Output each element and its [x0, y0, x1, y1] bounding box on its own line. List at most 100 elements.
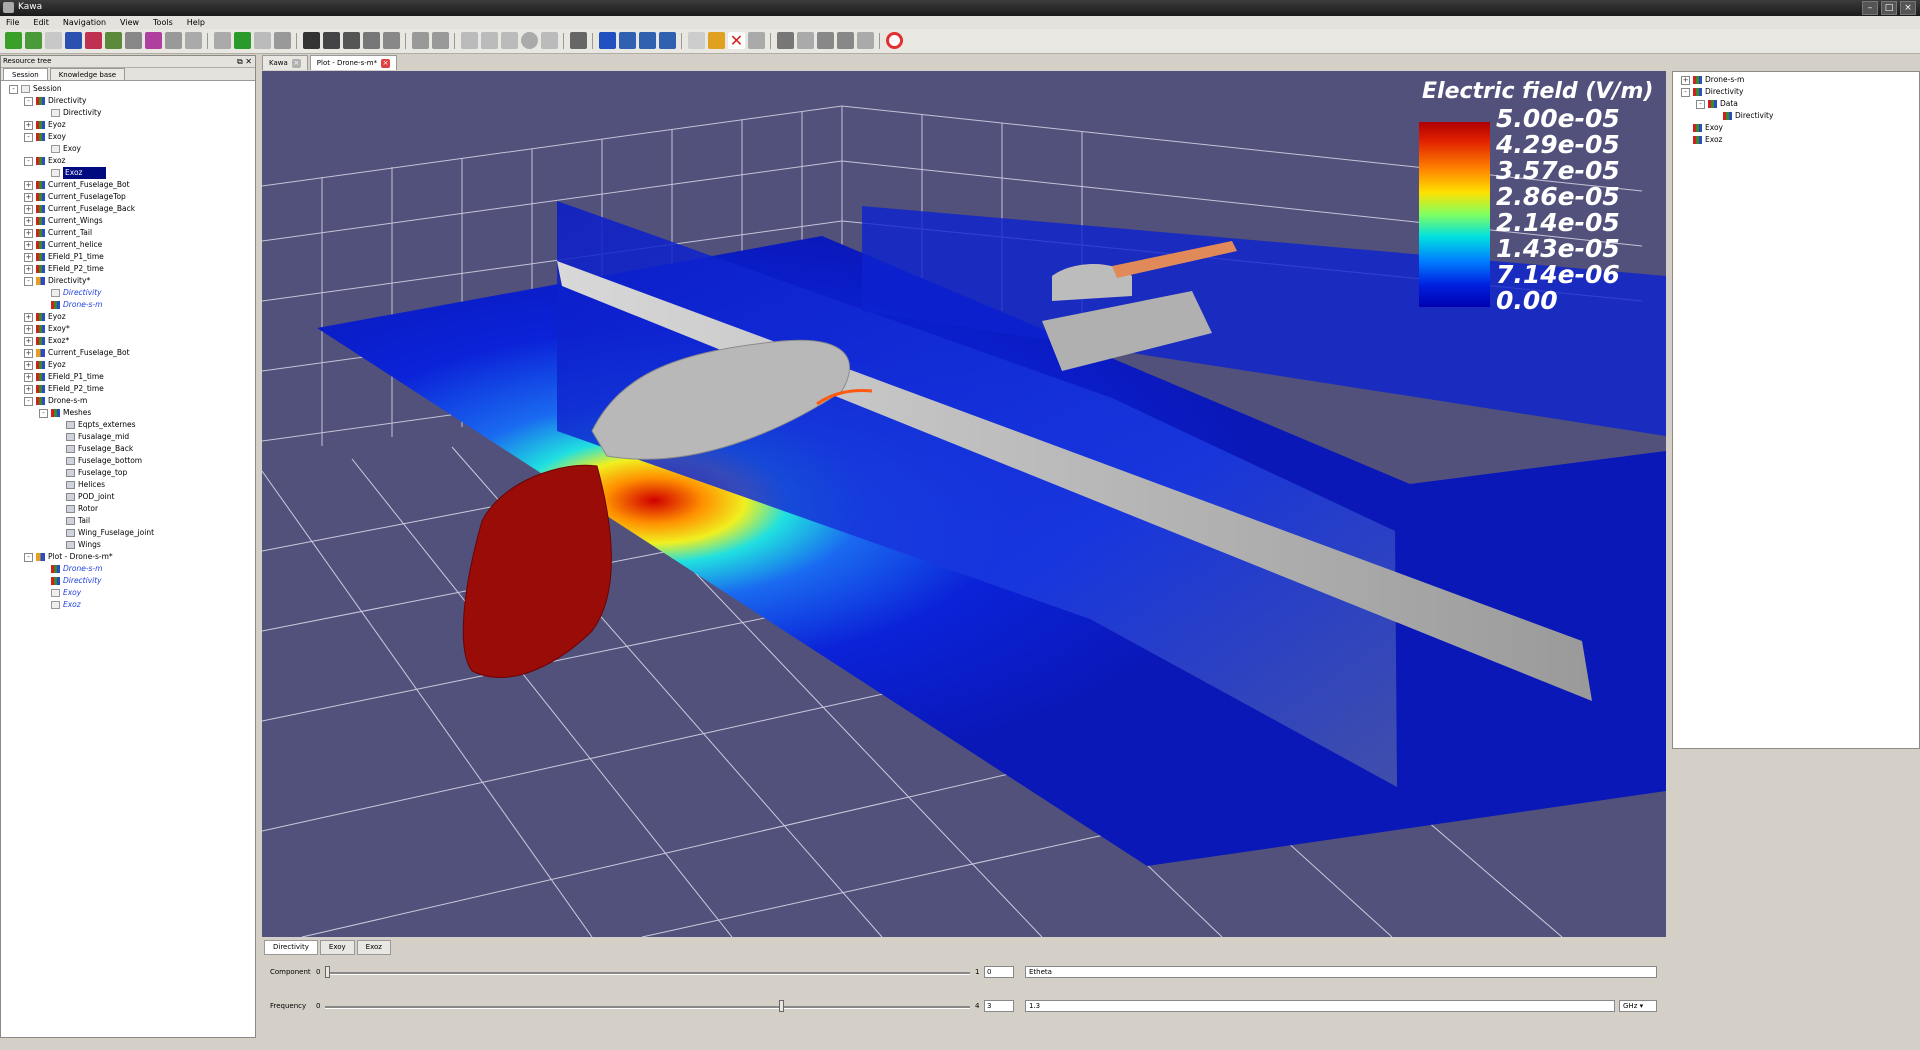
expand-icon[interactable]: +	[24, 385, 33, 394]
collapse-icon[interactable]: -	[24, 277, 33, 286]
tree-item[interactable]: Fuselage_bottom	[1, 455, 255, 467]
tree-item[interactable]: - Session	[1, 83, 255, 95]
tree-item[interactable]: Tail	[1, 515, 255, 527]
expand-icon[interactable]: +	[24, 121, 33, 130]
frequency-slider-track[interactable]	[325, 1006, 970, 1009]
tree-item[interactable]: + Current_Tail	[1, 227, 255, 239]
tree-item[interactable]: - Plot - Drone-s-m*	[1, 551, 255, 563]
tree-item[interactable]: Exoy	[1, 587, 255, 599]
close-window-button[interactable]: ×	[1900, 1, 1916, 15]
menu-tools[interactable]: Tools	[153, 16, 173, 29]
component-name-field[interactable]: Etheta	[1025, 966, 1657, 978]
frequency-spinbox[interactable]: 3	[984, 1000, 1014, 1012]
pick-icon[interactable]	[599, 32, 616, 49]
tree-item[interactable]: Directivity	[1673, 110, 1920, 122]
expand-icon[interactable]: +	[24, 193, 33, 202]
expand-icon[interactable]: +	[24, 241, 33, 250]
pdf-icon[interactable]	[85, 32, 102, 49]
tree-item[interactable]: Drone-s-m	[1, 563, 255, 575]
download-icon[interactable]	[234, 32, 251, 49]
expand-icon[interactable]: +	[24, 313, 33, 322]
minus-icon[interactable]	[817, 32, 834, 49]
expand-icon[interactable]: +	[24, 217, 33, 226]
layers-icon[interactable]	[185, 32, 202, 49]
save-copy-icon[interactable]	[363, 32, 380, 49]
collapse-icon[interactable]: -	[24, 553, 33, 562]
close-tab-icon[interactable]: ×	[381, 58, 391, 68]
tab-exoy[interactable]: Exoy	[319, 940, 355, 955]
collapse-icon[interactable]: -	[24, 157, 33, 166]
component-spinbox[interactable]: 0	[984, 966, 1014, 978]
expand-icon[interactable]: +	[24, 253, 33, 262]
expand-icon[interactable]: +	[24, 265, 33, 274]
expand-icon[interactable]: +	[24, 361, 33, 370]
tab-session[interactable]: Session	[3, 68, 48, 80]
expand-icon[interactable]: +	[24, 229, 33, 238]
open-icon[interactable]	[214, 32, 231, 49]
tree-item[interactable]: Fuselage_top	[1, 467, 255, 479]
3d-viewport[interactable]: Electric field (V/m) 5.00e-05 4.29e-05 3…	[262, 71, 1666, 937]
cut-icon[interactable]	[461, 32, 478, 49]
tree-item[interactable]: Fusalage_mid	[1, 431, 255, 443]
collapse-icon[interactable]: -	[1696, 100, 1705, 109]
add-icon[interactable]	[25, 32, 42, 49]
tree-item[interactable]: + EField_P1_time	[1, 371, 255, 383]
menu-edit[interactable]: Edit	[33, 16, 49, 29]
image-icon[interactable]	[65, 32, 82, 49]
tree-item[interactable]: - Data	[1673, 98, 1920, 110]
collapse-icon[interactable]: -	[39, 409, 48, 418]
tree-item[interactable]: - Directivity*	[1, 275, 255, 287]
collapse-icon[interactable]: -	[1681, 88, 1690, 97]
tree-item[interactable]: Directivity	[1, 287, 255, 299]
document-icon[interactable]	[45, 32, 62, 49]
new-session-icon[interactable]	[5, 32, 22, 49]
redo-icon[interactable]	[432, 32, 449, 49]
tab-directivity[interactable]: Directivity	[264, 940, 318, 955]
expand-icon[interactable]: +	[24, 337, 33, 346]
tree-item[interactable]: Exoy	[1, 143, 255, 155]
collapse-icon[interactable]: -	[24, 397, 33, 406]
color-map-icon[interactable]	[145, 32, 162, 49]
frequency-unit-select[interactable]: GHz ▾	[1619, 1000, 1657, 1012]
tree-item[interactable]: + Current_Fuselage_Bot	[1, 347, 255, 359]
new-window-icon[interactable]	[688, 32, 705, 49]
tree-item[interactable]: - Directivity	[1, 95, 255, 107]
zoom-fit-icon[interactable]	[659, 32, 676, 49]
tree-item[interactable]: - Meshes	[1, 407, 255, 419]
database-icon[interactable]	[165, 32, 182, 49]
tree-item[interactable]: Drone-s-m	[1, 299, 255, 311]
collapse-icon[interactable]: -	[9, 85, 18, 94]
maximize-button[interactable]: □	[1881, 1, 1897, 15]
save-icon[interactable]	[303, 32, 320, 49]
tab-knowledge-base[interactable]: Knowledge base	[49, 68, 126, 80]
frequency-value-field[interactable]: 1.3	[1025, 1000, 1615, 1012]
tree-item[interactable]: Exoy	[1673, 122, 1920, 134]
arrow-down-icon[interactable]	[837, 32, 854, 49]
tab-exoz[interactable]: Exoz	[356, 940, 391, 955]
expand-icon[interactable]: +	[1681, 76, 1690, 85]
home-icon[interactable]	[570, 32, 587, 49]
tab-plot-drone[interactable]: Plot - Drone-s-m* ×	[309, 55, 398, 70]
minimize-button[interactable]: –	[1862, 1, 1878, 15]
tree-item[interactable]: - Directivity	[1673, 86, 1920, 98]
undo-icon[interactable]	[412, 32, 429, 49]
frequency-slider-handle[interactable]	[779, 1000, 785, 1012]
tree-item[interactable]: + Current_helice	[1, 239, 255, 251]
delete-icon[interactable]	[274, 32, 291, 49]
properties-icon[interactable]	[541, 32, 558, 49]
chart-icon[interactable]	[105, 32, 122, 49]
tree-item[interactable]: + Current_Wings	[1, 215, 255, 227]
close-tab-icon[interactable]: ×	[291, 58, 301, 68]
paste-icon[interactable]	[501, 32, 518, 49]
stop-icon[interactable]	[521, 32, 538, 49]
save-all-icon[interactable]	[343, 32, 360, 49]
tree-item[interactable]: Rotor	[1, 503, 255, 515]
tree-item[interactable]: - Exoz	[1, 155, 255, 167]
tree-item[interactable]: + EField_P2_time	[1, 383, 255, 395]
expand-icon[interactable]: +	[24, 373, 33, 382]
help-lifebuoy-icon[interactable]	[886, 32, 903, 49]
tree-item[interactable]: Wing_Fuselage_joint	[1, 527, 255, 539]
sort-icon[interactable]	[748, 32, 765, 49]
save-as-icon[interactable]	[323, 32, 340, 49]
menu-navigation[interactable]: Navigation	[63, 16, 106, 29]
